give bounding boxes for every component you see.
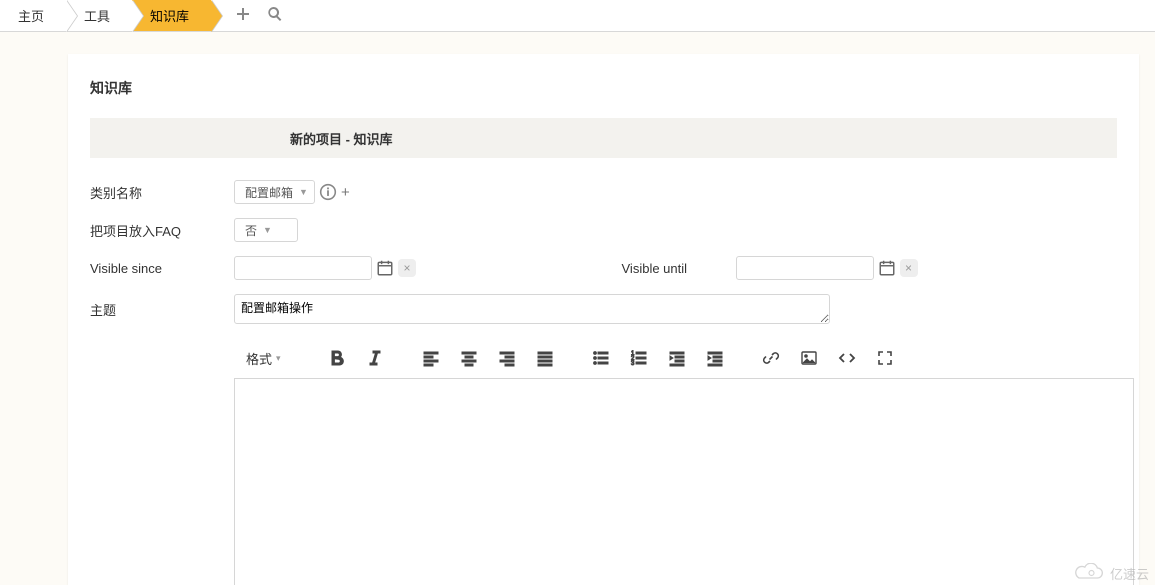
- faq-select-value: 否: [245, 222, 257, 239]
- fullscreen-button[interactable]: [868, 343, 902, 373]
- section-header: 新的项目 - 知识库: [90, 118, 1117, 158]
- align-justify-button[interactable]: [528, 343, 562, 373]
- italic-button[interactable]: [358, 343, 392, 373]
- bold-icon: [328, 349, 346, 367]
- tab-tools-label: 工具: [84, 6, 110, 25]
- list-ol-icon: 123: [630, 349, 648, 367]
- indent-icon: [706, 349, 724, 367]
- label-category: 类别名称: [90, 183, 234, 202]
- search-button[interactable]: [267, 6, 283, 25]
- bold-button[interactable]: [320, 343, 354, 373]
- editor-content[interactable]: [234, 378, 1134, 585]
- align-left-button[interactable]: [414, 343, 448, 373]
- add-category-button[interactable]: +: [341, 184, 350, 201]
- align-right-icon: [498, 349, 516, 367]
- clear-until-button[interactable]: ×: [900, 259, 918, 277]
- link-icon: [762, 349, 780, 367]
- calendar-icon[interactable]: [878, 259, 896, 277]
- label-subject: 主题: [90, 294, 234, 319]
- align-left-icon: [422, 349, 440, 367]
- top-tab-bar: 主页 工具 知识库: [0, 0, 1155, 32]
- unordered-list-button[interactable]: [584, 343, 618, 373]
- category-select[interactable]: 配置邮箱 ▼: [234, 180, 315, 204]
- add-tab-button[interactable]: [235, 6, 251, 25]
- tab-home-label: 主页: [18, 6, 44, 25]
- editor-toolbar: 格式 ▾ 123: [234, 340, 1134, 376]
- subject-input[interactable]: [234, 294, 830, 324]
- visible-until-input[interactable]: [736, 256, 874, 280]
- code-button[interactable]: [830, 343, 864, 373]
- list-ul-icon: [592, 349, 610, 367]
- outdent-icon: [668, 349, 686, 367]
- align-center-button[interactable]: [452, 343, 486, 373]
- visible-since-input[interactable]: [234, 256, 372, 280]
- expand-icon: [876, 349, 894, 367]
- tab-kb-label: 知识库: [150, 6, 189, 25]
- search-icon: [267, 6, 283, 22]
- chevron-down-icon: ▼: [299, 187, 308, 197]
- link-button[interactable]: [754, 343, 788, 373]
- clear-since-button[interactable]: ×: [398, 259, 416, 277]
- faq-select[interactable]: 否 ▼: [234, 218, 298, 242]
- rich-text-editor: 格式 ▾ 123: [234, 340, 1134, 585]
- align-justify-icon: [536, 349, 554, 367]
- plus-icon: [235, 6, 251, 22]
- format-dropdown[interactable]: 格式 ▾: [234, 343, 298, 373]
- card-title: 知识库: [90, 78, 1117, 98]
- category-select-value: 配置邮箱: [245, 184, 293, 201]
- kb-card: 知识库 新的项目 - 知识库 类别名称 配置邮箱 ▼ + 把项目放入FAQ 否 …: [68, 54, 1139, 585]
- section-header-text: 新的项目 - 知识库: [290, 129, 393, 148]
- calendar-icon[interactable]: [376, 259, 394, 277]
- align-center-icon: [460, 349, 478, 367]
- outdent-button[interactable]: [660, 343, 694, 373]
- svg-text:3: 3: [631, 361, 635, 367]
- italic-icon: [366, 349, 384, 367]
- label-visible-since: Visible since: [90, 261, 234, 276]
- info-icon[interactable]: [319, 183, 337, 201]
- label-faq: 把项目放入FAQ: [90, 221, 234, 240]
- tab-home[interactable]: 主页: [0, 0, 66, 31]
- align-right-button[interactable]: [490, 343, 524, 373]
- image-icon: [800, 349, 818, 367]
- format-dropdown-label: 格式: [246, 349, 272, 368]
- chevron-down-icon: ▼: [263, 225, 272, 235]
- image-button[interactable]: [792, 343, 826, 373]
- indent-button[interactable]: [698, 343, 732, 373]
- ordered-list-button[interactable]: 123: [622, 343, 656, 373]
- chevron-down-icon: ▾: [276, 353, 281, 364]
- code-icon: [838, 349, 856, 367]
